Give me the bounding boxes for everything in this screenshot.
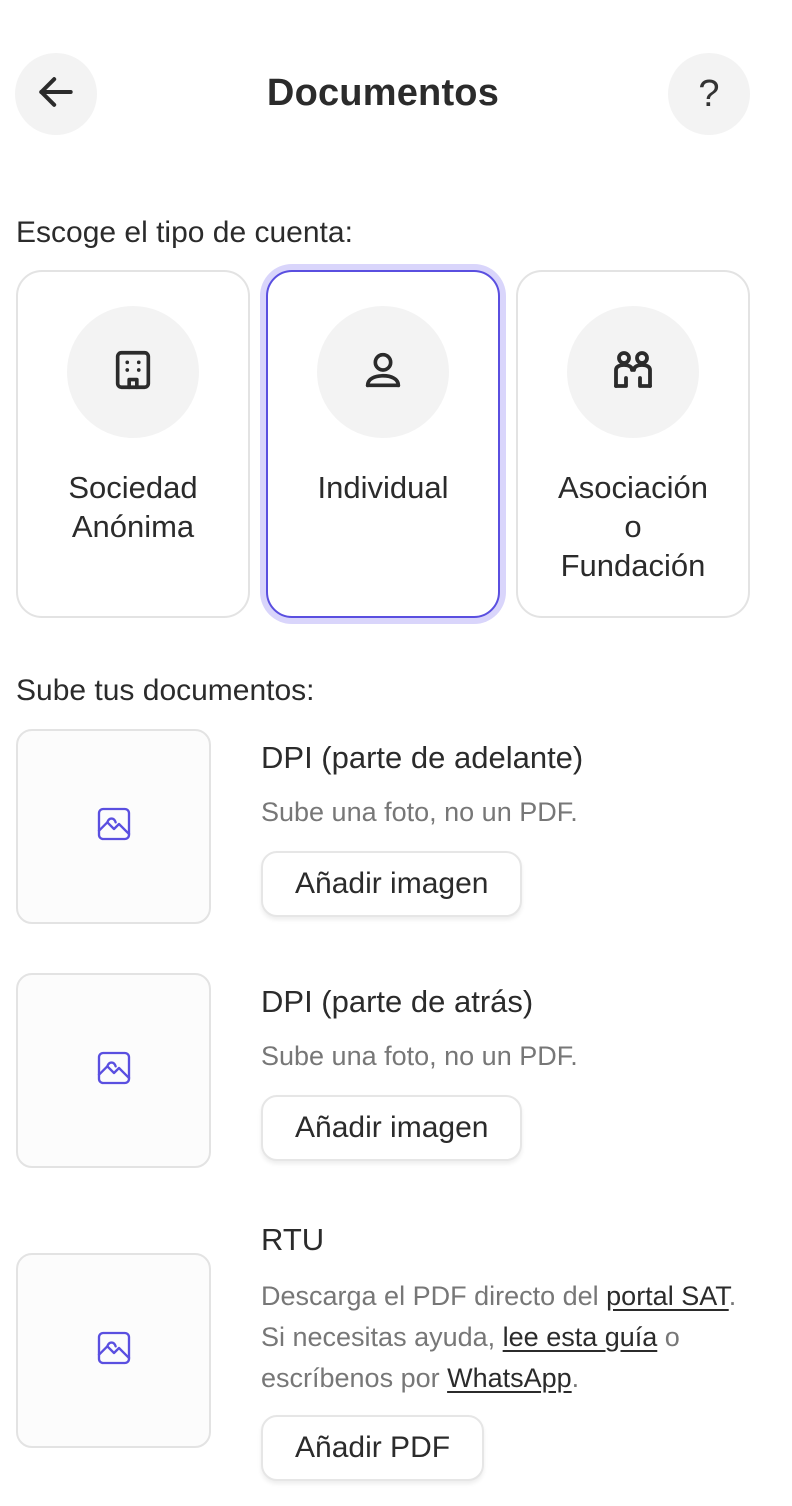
rtu-title: RTU <box>261 1222 325 1257</box>
whatsapp-link[interactable]: WhatsApp <box>447 1363 572 1393</box>
account-type-label-text: Asociación o Fundación <box>558 470 708 583</box>
add-pdf-button[interactable]: Añadir PDF <box>261 1415 485 1481</box>
portal-sat-link[interactable]: portal SAT <box>606 1281 729 1311</box>
icon-circle <box>67 306 199 438</box>
account-type-label-text: Sociedad Anónima <box>68 470 198 544</box>
dpi-front-title: DPI (parte de adelante) <box>261 740 584 775</box>
building-icon <box>110 347 156 398</box>
dpi-back-hint: Sube una foto, no un PDF. <box>261 1041 578 1071</box>
dpi-front-hint: Sube una foto, no un PDF. <box>261 797 578 827</box>
account-type-asociacion-fundacion[interactable]: Asociación o Fundación <box>516 270 750 618</box>
add-image-button[interactable]: Añadir imagen <box>261 851 523 917</box>
header: Documentos ? <box>0 0 792 190</box>
users-icon <box>609 346 657 399</box>
account-type-individual[interactable]: Individual <box>266 270 500 618</box>
rtu-hint: Descarga el PDF directo del portal SAT. … <box>261 1276 761 1399</box>
guide-link[interactable]: lee esta guía <box>503 1322 658 1352</box>
question-mark-icon: ? <box>698 72 720 115</box>
hint-text: . <box>571 1363 580 1393</box>
icon-circle <box>317 306 449 438</box>
account-type-label: Escoge el tipo de cuenta: <box>16 216 353 249</box>
page-title: Documentos <box>266 72 500 114</box>
image-icon <box>94 1328 134 1373</box>
dpi-back-upload-box[interactable] <box>16 973 211 1168</box>
account-type-sociedad-anonima[interactable]: Sociedad Anónima <box>16 270 250 618</box>
dpi-front-upload-box[interactable] <box>16 729 211 924</box>
user-icon <box>360 347 406 398</box>
account-type-label-text: Individual <box>317 470 449 505</box>
documents-label: Sube tus documentos: <box>16 674 315 707</box>
add-image-button[interactable]: Añadir imagen <box>261 1095 523 1161</box>
image-icon <box>94 1048 134 1093</box>
help-button[interactable]: ? <box>668 53 750 135</box>
icon-circle <box>567 306 699 438</box>
rtu-upload-box[interactable] <box>16 1253 211 1448</box>
hint-text: Descarga el PDF directo del <box>261 1281 607 1311</box>
image-icon <box>94 804 134 849</box>
dpi-back-title: DPI (parte de atrás) <box>261 984 534 1019</box>
